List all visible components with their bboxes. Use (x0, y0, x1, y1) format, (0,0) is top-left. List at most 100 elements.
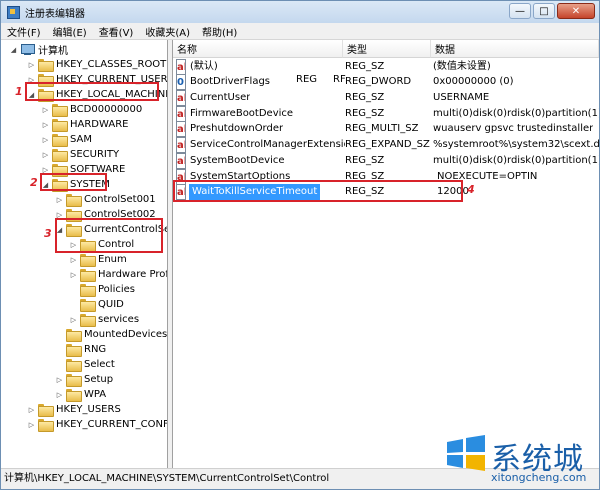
value-row[interactable]: ab (默认) REG_SZ (数值未设置) (173, 59, 599, 75)
tree-item-services[interactable]: ▷ services (69, 312, 139, 327)
watermark-logo: 系统城 xitongcheng.com (445, 432, 599, 488)
column-header-data[interactable]: 数据 (431, 40, 599, 58)
tree-item-quid[interactable]: QUID (69, 297, 124, 312)
folder-icon (66, 359, 82, 372)
expand-arrow-icon[interactable]: ▷ (55, 207, 64, 222)
menu-view[interactable]: 查看(V) (93, 24, 140, 39)
folder-icon (52, 104, 68, 117)
folder-icon (66, 194, 82, 207)
expand-arrow-icon[interactable]: ▷ (27, 72, 36, 87)
string-value-icon: ab (176, 90, 186, 106)
tree-item-hkcr[interactable]: ▷ HKEY_CLASSES_ROOT (27, 57, 166, 72)
string-value-icon: ab (176, 184, 186, 200)
expand-arrow-icon[interactable]: ▷ (69, 252, 78, 267)
tree-item-enum[interactable]: ▷ Enum (69, 252, 127, 267)
binary-value-icon: 01 (176, 74, 186, 90)
minimize-button[interactable]: — (509, 3, 531, 19)
folder-icon (66, 344, 82, 357)
regedit-app-icon (6, 5, 20, 19)
tree-item-control[interactable]: ▷ Control (69, 237, 134, 252)
value-row[interactable]: ab ServiceControlManagerExtension REG_EX… (173, 137, 599, 153)
values-list[interactable]: 名称 类型 数据 REG RF ab (默认) REG_SZ (数值未设置) 0… (173, 40, 599, 468)
value-row[interactable]: ab PreshutdownOrder REG_MULTI_SZ wuauser… (173, 121, 599, 137)
tree-item-hklm[interactable]: ◢ HKEY_LOCAL_MACHINE (27, 87, 167, 102)
expand-arrow-icon[interactable]: ▷ (69, 267, 78, 282)
folder-icon (38, 59, 54, 72)
expand-arrow-icon[interactable]: ▷ (55, 192, 64, 207)
menu-help[interactable]: 帮助(H) (196, 24, 243, 39)
expand-arrow-icon[interactable]: ▷ (69, 312, 78, 327)
registry-tree[interactable]: ◢ 计算机 ▷ HKEY_CLASSES_ROOT ▷ HKEY_CURRENT_U… (1, 40, 168, 468)
tree-item-mounteddevices[interactable]: MountedDevices (55, 327, 167, 342)
folder-icon (66, 374, 82, 387)
tree-item-system[interactable]: ◢ SYSTEM (41, 177, 110, 192)
tree-item-controlset001[interactable]: ▷ ControlSet001 (55, 192, 156, 207)
value-row[interactable]: ab SystemBootDevice REG_SZ multi(0)disk(… (173, 153, 599, 169)
folder-open-icon (80, 239, 96, 252)
tree-item-select[interactable]: Select (55, 357, 115, 372)
title-bar[interactable]: 注册表编辑器 — □ ✕ (1, 1, 599, 23)
collapse-arrow-icon[interactable]: ◢ (27, 87, 36, 102)
annotation-number-4: 4 (467, 183, 475, 196)
value-row[interactable]: ab SystemStartOptions REG_SZ NOEXECUTE=O… (173, 169, 599, 185)
expand-arrow-icon[interactable]: ▷ (41, 102, 50, 117)
expand-arrow-icon[interactable]: ▷ (27, 57, 36, 72)
menu-favorites[interactable]: 收藏夹(A) (139, 24, 196, 39)
expand-arrow-icon[interactable]: ▷ (27, 417, 36, 432)
folder-icon (52, 164, 68, 177)
tree-item-hardware[interactable]: ▷ HARDWARE (41, 117, 128, 132)
tree-item-security[interactable]: ▷ SECURITY (41, 147, 119, 162)
expand-arrow-icon[interactable]: ▷ (55, 387, 64, 402)
tree-item-software[interactable]: ▷ SOFTWARE (41, 162, 125, 177)
menu-edit[interactable]: 编辑(E) (47, 24, 93, 39)
tree-item-sam[interactable]: ▷ SAM (41, 132, 92, 147)
folder-icon (80, 284, 96, 297)
tree-item-setup[interactable]: ▷ Setup (55, 372, 113, 387)
window-controls: — □ ✕ (507, 3, 595, 19)
collapse-arrow-icon[interactable]: ◢ (9, 42, 18, 57)
tree-item-hardware-profiles[interactable]: ▷Hardware Profile (69, 267, 167, 282)
expand-arrow-icon[interactable]: ▷ (41, 162, 50, 177)
folder-icon (80, 269, 96, 282)
menu-bar: 文件(F) 编辑(E) 查看(V) 收藏夹(A) 帮助(H) (1, 23, 599, 40)
collapse-arrow-icon[interactable]: ◢ (41, 177, 50, 192)
folder-icon (66, 209, 82, 222)
folder-icon (52, 179, 68, 192)
folder-icon (38, 89, 54, 102)
tree-item-hku[interactable]: ▷ HKEY_USERS (27, 402, 121, 417)
expand-arrow-icon[interactable]: ▷ (55, 372, 64, 387)
folder-icon (80, 314, 96, 327)
folder-icon (66, 389, 82, 402)
folder-icon (52, 134, 68, 147)
tree-item-currentcontrolset[interactable]: ◢ CurrentControlSet (55, 222, 167, 237)
tree-item-policies[interactable]: Policies (69, 282, 135, 297)
expand-arrow-icon[interactable]: ▷ (69, 237, 78, 252)
close-button[interactable]: ✕ (557, 3, 595, 19)
column-header-type[interactable]: 类型 (343, 40, 431, 58)
column-header-name[interactable]: 名称 (173, 40, 343, 58)
tree-item-bcd[interactable]: ▷ BCD00000000 (41, 102, 142, 117)
tree-item-rng[interactable]: RNG (55, 342, 106, 357)
watermark-url: xitongcheng.com (491, 471, 587, 484)
maximize-button[interactable]: □ (533, 3, 555, 19)
expand-arrow-icon[interactable]: ▷ (41, 117, 50, 132)
tree-item-hkcu[interactable]: ▷ HKEY_CURRENT_USER (27, 72, 167, 87)
tree-item-controlset002[interactable]: ▷ ControlSet002 (55, 207, 156, 222)
value-row[interactable]: ab FirmwareBootDevice REG_SZ multi(0)dis… (173, 106, 599, 122)
folder-icon (38, 74, 54, 87)
tree-item-hkcc[interactable]: ▷ HKEY_CURRENT_CONFIG (27, 417, 167, 432)
folder-icon (52, 119, 68, 132)
collapse-arrow-icon[interactable]: ◢ (55, 222, 64, 237)
string-value-icon: ab (176, 153, 186, 169)
expand-arrow-icon[interactable]: ▷ (41, 147, 50, 162)
value-row[interactable]: ab CurrentUser REG_SZ USERNAME (173, 90, 599, 106)
folder-icon (38, 419, 54, 432)
value-row-selected[interactable]: ab WaitToKillServiceTimeout REG_SZ 12000 (173, 184, 599, 200)
expand-arrow-icon[interactable]: ▷ (27, 402, 36, 417)
expand-arrow-icon[interactable]: ▷ (41, 132, 50, 147)
menu-file[interactable]: 文件(F) (1, 24, 47, 39)
tree-root[interactable]: ◢ 计算机 (9, 42, 68, 57)
tree-item-wpa[interactable]: ▷ WPA (55, 387, 106, 402)
folder-icon (52, 149, 68, 162)
value-row[interactable]: 01 BootDriverFlags REG_DWORD 0x00000000 … (173, 74, 599, 90)
